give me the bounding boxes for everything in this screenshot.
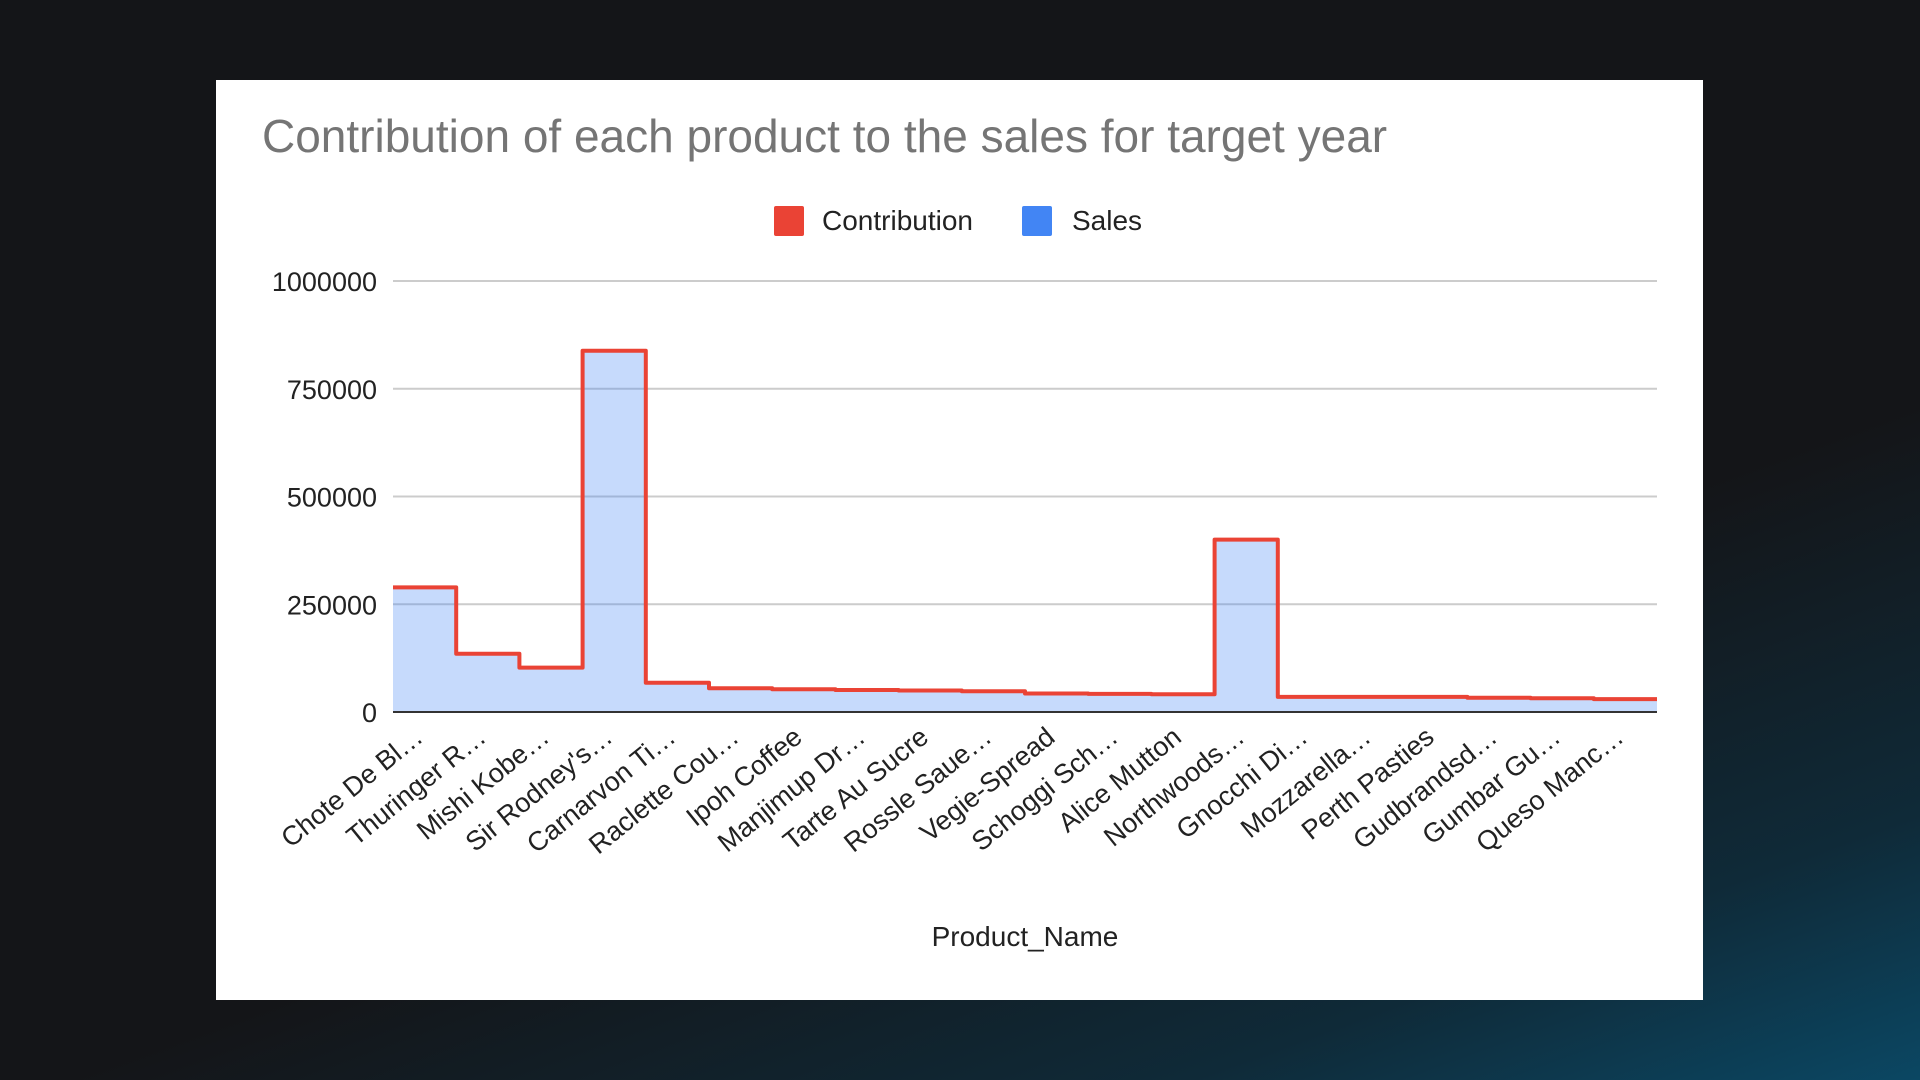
sales-step-8 bbox=[899, 691, 962, 713]
x-axis-label: Product_Name bbox=[932, 921, 1119, 952]
sales-step-17 bbox=[1467, 698, 1530, 712]
sales-step-12 bbox=[1151, 694, 1214, 712]
sales-step-7 bbox=[835, 690, 898, 712]
sales-step-0 bbox=[393, 587, 456, 712]
sales-step-6 bbox=[772, 689, 835, 712]
y-tick-label: 250000 bbox=[287, 590, 377, 620]
sales-step-3 bbox=[583, 351, 646, 712]
chart-card: Contribution of each product to the sale… bbox=[216, 80, 1703, 1000]
y-tick-label: 500000 bbox=[287, 483, 377, 513]
sales-step-9 bbox=[962, 691, 1025, 712]
legend: Contribution Sales bbox=[774, 205, 1142, 236]
y-tick-label: 0 bbox=[362, 698, 377, 728]
sales-step-16 bbox=[1404, 697, 1467, 712]
sales-step-10 bbox=[1025, 694, 1088, 713]
sales-step-4 bbox=[646, 683, 709, 712]
legend-label-contribution: Contribution bbox=[822, 205, 973, 236]
legend-label-sales: Sales bbox=[1072, 205, 1142, 236]
contribution-line bbox=[393, 348, 1657, 702]
sales-step-14 bbox=[1278, 697, 1341, 712]
legend-swatch-sales bbox=[1022, 206, 1052, 236]
x-axis-ticks: Chote De Bl…Thuringer R…Mishi Kobe…Sir R… bbox=[275, 721, 1629, 860]
sales-step-5 bbox=[709, 688, 772, 712]
sales-step-1 bbox=[456, 654, 519, 712]
plot-area bbox=[393, 348, 1657, 713]
sales-step-15 bbox=[1341, 697, 1404, 712]
chart-svg: Contribution of each product to the sale… bbox=[262, 110, 1657, 952]
sales-step-18 bbox=[1531, 698, 1594, 712]
chart-title: Contribution of each product to the sale… bbox=[262, 110, 1387, 162]
sales-step-13 bbox=[1215, 540, 1278, 712]
y-tick-label: 1000000 bbox=[272, 267, 377, 297]
y-axis-ticks: 0 250000 500000 750000 1000000 bbox=[272, 267, 377, 728]
sales-step-11 bbox=[1088, 694, 1151, 712]
legend-swatch-contribution bbox=[774, 206, 804, 236]
y-tick-label: 750000 bbox=[287, 375, 377, 405]
sales-step-2 bbox=[519, 668, 582, 712]
